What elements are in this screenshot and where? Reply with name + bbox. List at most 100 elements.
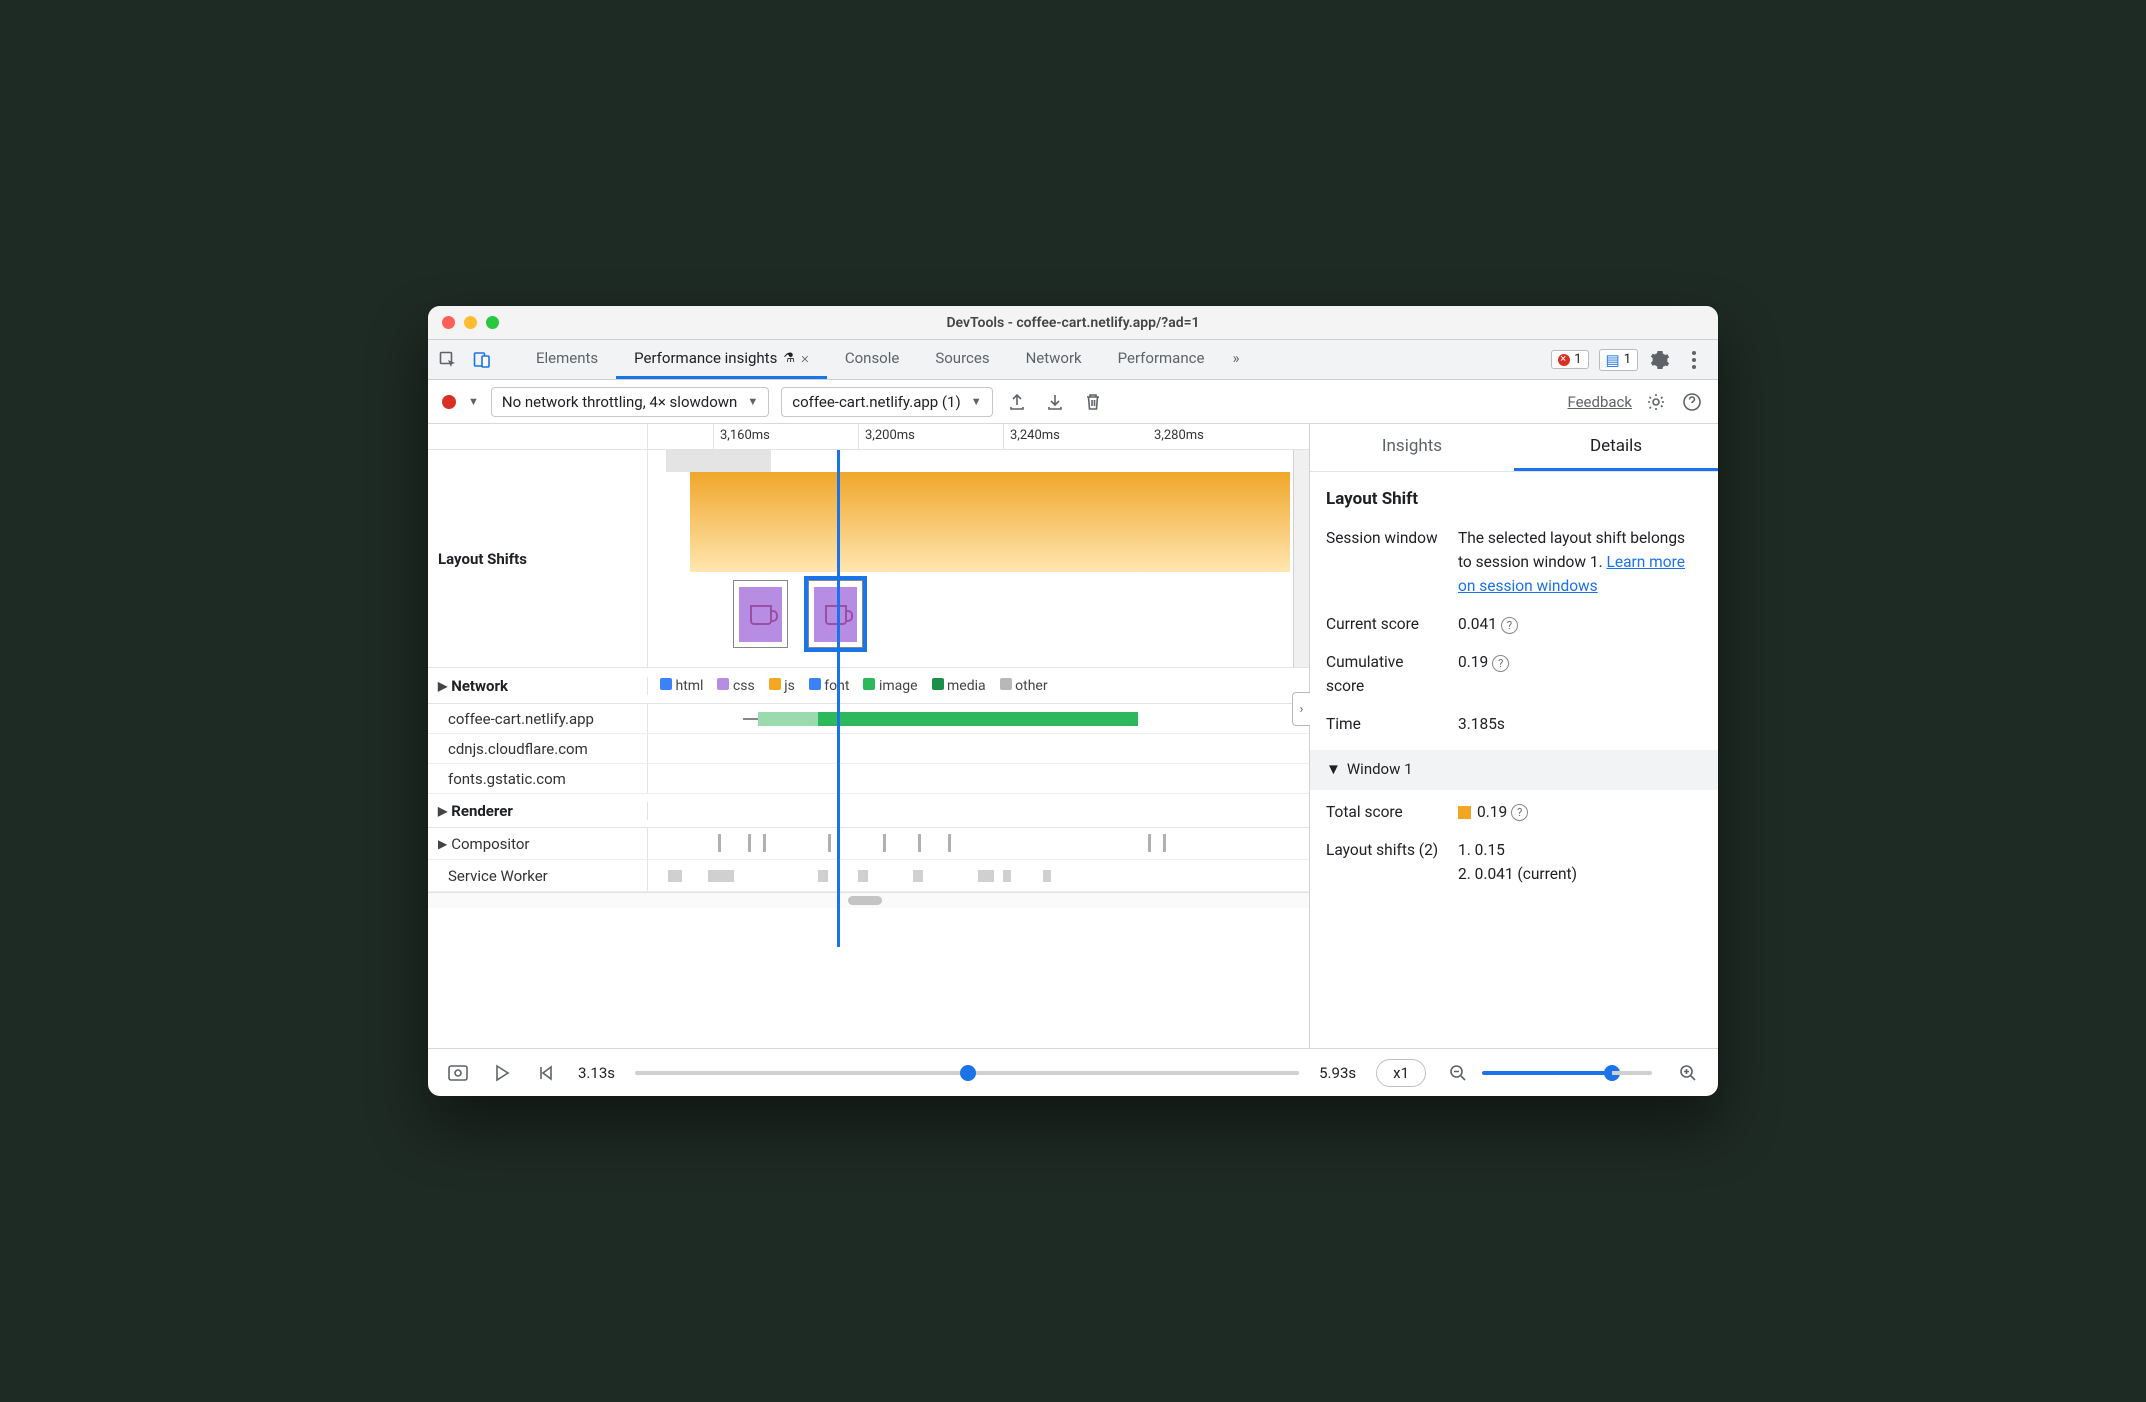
h-scrollbar-thumb[interactable]	[848, 896, 882, 905]
layout-shift-thumbnail[interactable]	[733, 580, 788, 648]
renderer-label[interactable]: ▶ Renderer	[428, 802, 648, 820]
network-host-body[interactable]	[648, 704, 1309, 733]
settings-icon[interactable]	[1648, 348, 1672, 372]
devtools-tabbar: Elements Performance insights ⚗ × Consol…	[428, 340, 1718, 380]
zoom-controls	[1446, 1061, 1700, 1085]
network-label[interactable]: ▶ Network	[428, 677, 648, 695]
record-icon[interactable]	[442, 395, 456, 409]
details-tabs: Insights Details	[1310, 424, 1718, 472]
time-slider[interactable]	[635, 1071, 1299, 1075]
layout-shifts-body[interactable]	[648, 450, 1309, 667]
window-subheader[interactable]: ▼ Window 1	[1310, 750, 1718, 789]
help-icon[interactable]	[1680, 390, 1704, 414]
record-options-icon[interactable]: ▼	[468, 395, 479, 408]
panel-tabs: Elements Performance insights ⚗ × Consol…	[518, 340, 1249, 379]
inspect-icon[interactable]	[436, 348, 460, 372]
network-host[interactable]: fonts.gstatic.com	[428, 764, 648, 793]
tab-elements[interactable]: Elements	[518, 340, 616, 379]
details-panel: Insights Details Layout Shift Session wi…	[1310, 424, 1718, 1048]
help-icon[interactable]: ?	[1492, 655, 1509, 672]
details-body: Layout Shift Session window The selected…	[1310, 472, 1718, 914]
device-toggle-icon[interactable]	[470, 348, 494, 372]
ruler-spacer	[428, 424, 648, 449]
rewind-icon[interactable]	[534, 1061, 558, 1085]
zoom-slider-thumb[interactable]	[1604, 1065, 1620, 1081]
time-start: 3.13s	[578, 1064, 615, 1082]
network-track-header: ▶ Network html css js font image media o…	[428, 668, 1309, 704]
play-icon[interactable]	[490, 1061, 514, 1085]
compositor-label[interactable]: ▶ Compositor	[428, 828, 648, 859]
export-icon[interactable]	[1005, 390, 1029, 414]
collapse-icon: ▶	[438, 679, 447, 693]
zoom-in-icon[interactable]	[1676, 1061, 1700, 1085]
details-heading: Layout Shift	[1326, 486, 1702, 512]
speed-pill[interactable]: x1	[1376, 1059, 1426, 1087]
main-body: 3,160ms 3,200ms 3,240ms 3,280ms Layout S…	[428, 424, 1718, 1048]
ruler-tick: 3,160ms	[713, 424, 770, 449]
flask-icon: ⚗	[783, 351, 795, 366]
tab-network[interactable]: Network	[1008, 340, 1100, 379]
devtools-window: DevTools - coffee-cart.netlify.app/?ad=1…	[428, 306, 1718, 1096]
chevron-down-icon: ▼	[747, 395, 758, 408]
request-bar[interactable]	[818, 712, 1138, 726]
ruler-tick: 3,280ms	[1148, 424, 1204, 449]
error-icon	[1558, 354, 1570, 366]
more-tabs-icon[interactable]: »	[1222, 340, 1249, 379]
timeline-panel: 3,160ms 3,200ms 3,240ms 3,280ms Layout S…	[428, 424, 1310, 1048]
throttling-dropdown[interactable]: No network throttling, 4× slowdown ▼	[491, 387, 769, 417]
service-worker-label[interactable]: Service Worker	[428, 860, 648, 891]
network-host-row: coffee-cart.netlify.app	[428, 704, 1309, 734]
network-host-row: fonts.gstatic.com	[428, 764, 1309, 794]
time-ruler-row: 3,160ms 3,200ms 3,240ms 3,280ms	[428, 424, 1309, 450]
zoom-out-icon[interactable]	[1446, 1061, 1470, 1085]
delete-icon[interactable]	[1081, 390, 1105, 414]
details-tab[interactable]: Details	[1514, 424, 1718, 471]
time-ruler[interactable]: 3,160ms 3,200ms 3,240ms 3,280ms	[648, 424, 1309, 449]
network-host-row: cdnjs.cloudflare.com	[428, 734, 1309, 764]
tab-sources[interactable]: Sources	[917, 340, 1007, 379]
service-worker-body[interactable]	[648, 860, 1309, 891]
help-icon[interactable]: ?	[1501, 617, 1518, 634]
tab-performance[interactable]: Performance	[1100, 340, 1223, 379]
timing-gradient	[690, 472, 1290, 572]
kv-session-window: Session window The selected layout shift…	[1326, 526, 1702, 598]
time-slider-thumb[interactable]	[960, 1065, 976, 1081]
feedback-link[interactable]: Feedback	[1567, 393, 1632, 411]
list-item[interactable]: 1. 0.15	[1458, 838, 1702, 862]
ruler-tick: 3,200ms	[858, 424, 915, 449]
playhead-line[interactable]	[837, 450, 840, 947]
preview-icon[interactable]	[446, 1061, 470, 1085]
import-icon[interactable]	[1043, 390, 1067, 414]
tab-performance-insights[interactable]: Performance insights ⚗ ×	[616, 340, 827, 379]
layout-shifts-label: Layout Shifts	[428, 450, 648, 667]
footer-bar: 3.13s 5.93s x1	[428, 1048, 1718, 1096]
message-badge[interactable]: ▤ 1	[1599, 349, 1639, 371]
close-tab-icon[interactable]: ×	[801, 349, 809, 367]
help-icon[interactable]: ?	[1511, 804, 1528, 821]
overview-scrollbar[interactable]	[1293, 450, 1309, 667]
kebab-menu-icon[interactable]	[1682, 348, 1706, 372]
zoom-slider[interactable]	[1482, 1071, 1612, 1075]
error-badge[interactable]: 1	[1551, 350, 1588, 369]
kv-current-score: Current score 0.041?	[1326, 612, 1702, 636]
target-dropdown[interactable]: coffee-cart.netlify.app (1) ▼	[781, 387, 992, 417]
network-legend: html css js font image media other	[648, 678, 1309, 694]
tab-console[interactable]: Console	[827, 340, 918, 379]
layout-shift-thumbnail-selected[interactable]	[808, 580, 863, 648]
insights-tab[interactable]: Insights	[1310, 424, 1514, 471]
compositor-body[interactable]	[648, 828, 1309, 859]
collapse-icon: ▶	[438, 837, 447, 851]
collapse-icon: ▶	[438, 804, 447, 818]
network-host[interactable]: coffee-cart.netlify.app	[428, 704, 648, 733]
list-item[interactable]: 2. 0.041 (current)	[1458, 862, 1702, 886]
h-scrollbar[interactable]	[428, 892, 1309, 908]
panel-collapse-icon[interactable]: ›	[1292, 692, 1310, 726]
tabbar-right: 1 ▤ 1	[1551, 340, 1710, 379]
network-host[interactable]: cdnjs.cloudflare.com	[428, 734, 648, 763]
titlebar: DevTools - coffee-cart.netlify.app/?ad=1	[428, 306, 1718, 340]
request-lead	[758, 712, 818, 726]
chevron-down-icon: ▼	[971, 395, 982, 408]
ruler-tick: 3,240ms	[1003, 424, 1060, 449]
gear-icon[interactable]	[1644, 390, 1668, 414]
session-window-value: The selected layout shift belongs to ses…	[1458, 526, 1702, 598]
